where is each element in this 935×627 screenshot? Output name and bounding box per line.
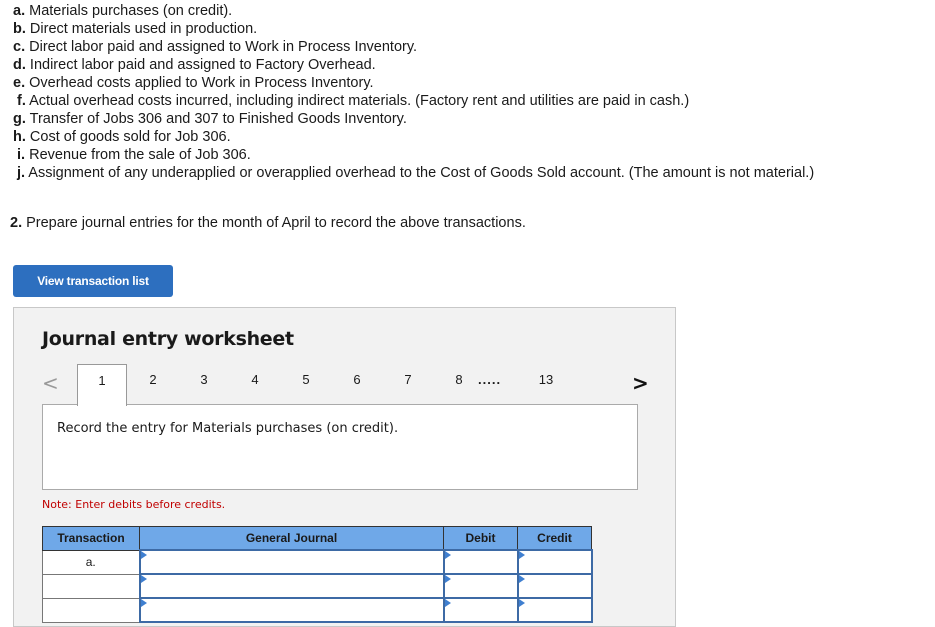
transaction-cell [42,573,140,599]
table-row: a. [42,549,593,575]
table-header-row: Transaction General Journal Debit Credit [42,526,592,551]
table-row [42,573,593,599]
transaction-item: e. Overhead costs applied to Work in Pro… [13,74,374,92]
tab-entry-7[interactable]: 7 [383,364,433,405]
item-letter: g. [13,111,26,127]
transaction-item: c. Direct labor paid and assigned to Wor… [13,38,417,56]
table-row [42,597,593,623]
tabs-ellipsis: ..... [478,372,502,387]
account-dropdown[interactable] [138,597,445,623]
item-letter: a. [13,3,26,19]
item-text: Transfer of Jobs 306 and 307 to Finished… [25,111,407,127]
tab-entry-3[interactable]: 3 [179,364,229,405]
entry-tabs: < 1 2 3 4 5 6 7 8 ..... 13 > [14,364,677,406]
tab-entry-8[interactable]: 8 [434,364,484,405]
transaction-item: d. Indirect labor paid and assigned to F… [13,56,376,74]
item-letter: h. [13,129,26,145]
item-text: Actual overhead costs incurred, includin… [25,93,690,109]
prompt-text: Prepare journal entries for the month of… [22,215,526,231]
item-text: Assignment of any underapplied or overap… [25,165,815,181]
item-text: Cost of goods sold for Job 306. [25,129,231,145]
item-text: Materials purchases (on credit). [25,3,233,19]
instruction-text: Record the entry for Materials purchases… [57,421,399,436]
transaction-item: i. Revenue from the sale of Job 306. [17,146,251,164]
debit-input[interactable] [442,573,519,599]
header-credit: Credit [517,526,592,551]
view-transaction-list-button[interactable]: View transaction list [13,265,173,297]
header-general-journal: General Journal [139,526,444,551]
tab-entry-13[interactable]: 13 [521,364,571,405]
chevron-right-icon[interactable]: > [632,371,649,395]
debit-input[interactable] [442,549,519,575]
credit-input[interactable] [516,597,593,623]
item-letter: i. [17,147,26,163]
item-letter: j. [17,165,26,181]
transaction-item: f. Actual overhead costs incurred, inclu… [17,92,689,110]
item-text: Overhead costs applied to Work in Proces… [25,75,374,91]
transaction-item: a. Materials purchases (on credit). [13,2,232,20]
transaction-cell [42,597,140,623]
worksheet-title: Journal entry worksheet [42,328,294,350]
item-letter: c. [13,39,26,55]
transaction-cell: a. [42,549,140,575]
credit-input[interactable] [516,549,593,575]
transaction-item: j. Assignment of any underapplied or ove… [17,164,814,182]
item-letter: e. [13,75,26,91]
item-letter: b. [13,21,26,37]
transaction-item: h. Cost of goods sold for Job 306. [13,128,231,146]
note-text: Note: Enter debits before credits. [42,498,226,511]
header-transaction: Transaction [42,526,140,551]
tab-entry-5[interactable]: 5 [281,364,331,405]
transaction-item: g. Transfer of Jobs 306 and 307 to Finis… [13,110,407,128]
item-text: Revenue from the sale of Job 306. [25,147,251,163]
tab-entry-4[interactable]: 4 [230,364,280,405]
tab-entry-1[interactable]: 1 [77,364,127,406]
prompt-number: 2. [10,215,23,231]
item-text: Direct materials used in production. [25,21,258,37]
chevron-left-icon[interactable]: < [42,371,59,395]
item-letter: d. [13,57,26,73]
journal-entry-worksheet: Journal entry worksheet < 1 2 3 4 5 6 7 … [13,307,676,627]
account-dropdown[interactable] [138,549,445,575]
header-debit: Debit [443,526,518,551]
journal-table: Transaction General Journal Debit Credit… [42,526,593,623]
item-text: Indirect labor paid and assigned to Fact… [25,57,376,73]
tab-entry-2[interactable]: 2 [128,364,178,405]
item-text: Direct labor paid and assigned to Work i… [25,39,418,55]
credit-input[interactable] [516,573,593,599]
question-prompt: 2. Prepare journal entries for the month… [10,215,526,231]
account-dropdown[interactable] [138,573,445,599]
transaction-item: b. Direct materials used in production. [13,20,257,38]
instruction-box: Record the entry for Materials purchases… [42,404,638,490]
item-letter: f. [17,93,26,109]
debit-input[interactable] [442,597,519,623]
tab-entry-6[interactable]: 6 [332,364,382,405]
